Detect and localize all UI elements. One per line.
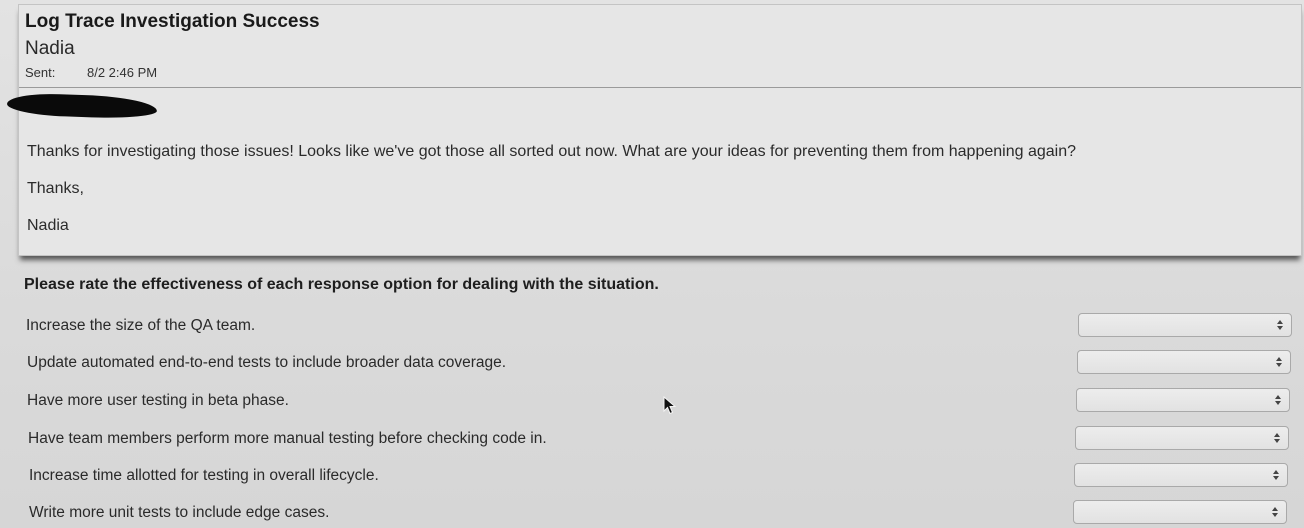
response-option-label: Update automated end-to-end tests to inc… — [27, 354, 507, 371]
response-option: Update automated end-to-end tests to inc… — [0, 350, 1304, 380]
response-option: Increase time allotted for testing in ov… — [0, 463, 1304, 493]
email-body-paragraph: Thanks for investigating those issues! L… — [27, 143, 1076, 160]
response-option: Have more user testing in beta phase. — [0, 388, 1304, 418]
effectiveness-select[interactable] — [1074, 463, 1288, 487]
screen: Log Trace Investigation Success Nadia Se… — [0, 0, 1304, 528]
up-down-chevron-icon — [1276, 357, 1282, 367]
email-header-divider — [19, 87, 1301, 88]
up-down-chevron-icon — [1273, 470, 1279, 480]
response-option-label: Have more user testing in beta phase. — [27, 392, 289, 409]
email-sender: Nadia — [25, 38, 75, 59]
up-down-chevron-icon — [1277, 320, 1283, 330]
response-option-label: Increase time allotted for testing in ov… — [29, 467, 379, 484]
response-option-label: Have team members perform more manual te… — [28, 430, 547, 447]
email-message-card: Log Trace Investigation Success Nadia Se… — [6, 4, 1302, 256]
mouse-pointer-icon — [663, 396, 677, 415]
sent-timestamp: 8/2 2:46 PM — [87, 65, 158, 80]
effectiveness-select[interactable] — [1076, 388, 1290, 412]
effectiveness-select[interactable] — [1077, 350, 1291, 374]
email-body: Thanks for investigating those issues! L… — [27, 143, 1287, 254]
up-down-chevron-icon — [1275, 395, 1281, 405]
email-subject: Log Trace Investigation Success — [25, 11, 320, 32]
up-down-chevron-icon — [1272, 507, 1278, 517]
email-body-signature: Nadia — [27, 217, 69, 234]
up-down-chevron-icon — [1274, 433, 1280, 443]
response-option: Have team members perform more manual te… — [0, 426, 1304, 456]
effectiveness-select[interactable] — [1078, 313, 1292, 337]
response-option: Write more unit tests to include edge ca… — [0, 500, 1304, 528]
sent-label: Sent: — [25, 65, 56, 80]
effectiveness-select[interactable] — [1075, 426, 1289, 450]
response-option: Increase the size of the QA team. — [0, 313, 1304, 343]
email-sent-row: Sent: 8/2 2:46 PM — [25, 65, 157, 80]
response-option-label: Write more unit tests to include edge ca… — [29, 504, 330, 521]
effectiveness-select[interactable] — [1073, 500, 1287, 524]
redaction-mark — [6, 92, 158, 120]
email-body-closing: Thanks, — [27, 180, 84, 197]
rating-instructions: Please rate the effectiveness of each re… — [24, 276, 659, 293]
response-option-label: Increase the size of the QA team. — [26, 317, 256, 334]
